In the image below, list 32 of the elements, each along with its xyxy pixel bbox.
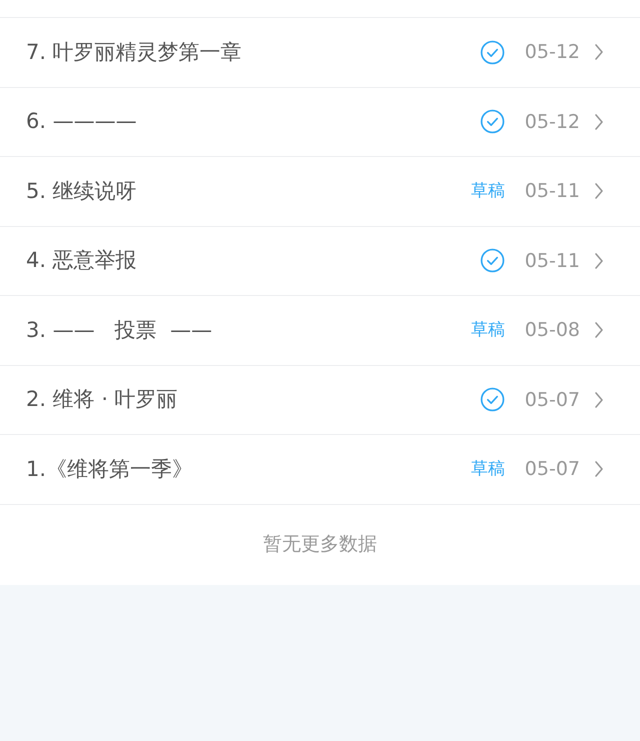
item-date: 05-11	[524, 179, 580, 204]
list-item[interactable]: 6. ———— 05-12	[0, 88, 640, 157]
chevron-right-icon	[594, 321, 604, 340]
draft-label: 草稿	[470, 180, 505, 202]
item-date: 05-12	[524, 110, 580, 134]
chevron-right-icon	[594, 182, 604, 200]
list-item[interactable]: 4. 恶意举报 05-11	[0, 226, 640, 296]
chevron-right-icon	[594, 252, 604, 270]
item-date: 05-07	[524, 388, 580, 412]
list-item[interactable]: 5. 继续说呀 草稿 05-11	[0, 157, 640, 226]
item-title: 6. ————	[26, 108, 138, 135]
chevron-right-icon	[594, 460, 604, 478]
item-title: 4. 恶意举报	[26, 247, 138, 274]
no-more-data-text: 暂无更多数据	[263, 532, 377, 558]
item-title: 2. 维将 · 叶罗丽	[26, 386, 179, 413]
item-title: 7. 叶罗丽精灵梦第一章	[26, 38, 243, 66]
item-title: 1.《维将第一季》	[26, 456, 194, 482]
item-title: 3. —— 投票 ——	[26, 316, 214, 344]
item-date: 05-07	[524, 457, 580, 482]
item-title: 5. 继续说呀	[26, 178, 138, 204]
list-item[interactable]: 7. 叶罗丽精灵梦第一章 05-12	[0, 18, 640, 88]
list-item[interactable]: 2. 维将 · 叶罗丽 05-07	[0, 366, 640, 435]
list-item[interactable]: 1.《维将第一季》 草稿 05-07	[0, 435, 640, 504]
item-date: 05-08	[524, 318, 580, 343]
draft-label: 草稿	[470, 458, 505, 480]
chevron-right-icon	[594, 43, 604, 62]
chevron-right-icon	[594, 112, 604, 131]
list-item[interactable]: 3. —— 投票 —— 草稿 05-08	[0, 296, 640, 366]
item-date: 05-12	[524, 40, 580, 65]
chevron-right-icon	[594, 390, 604, 409]
item-date: 05-11	[524, 248, 580, 274]
draft-label: 草稿	[470, 318, 505, 342]
